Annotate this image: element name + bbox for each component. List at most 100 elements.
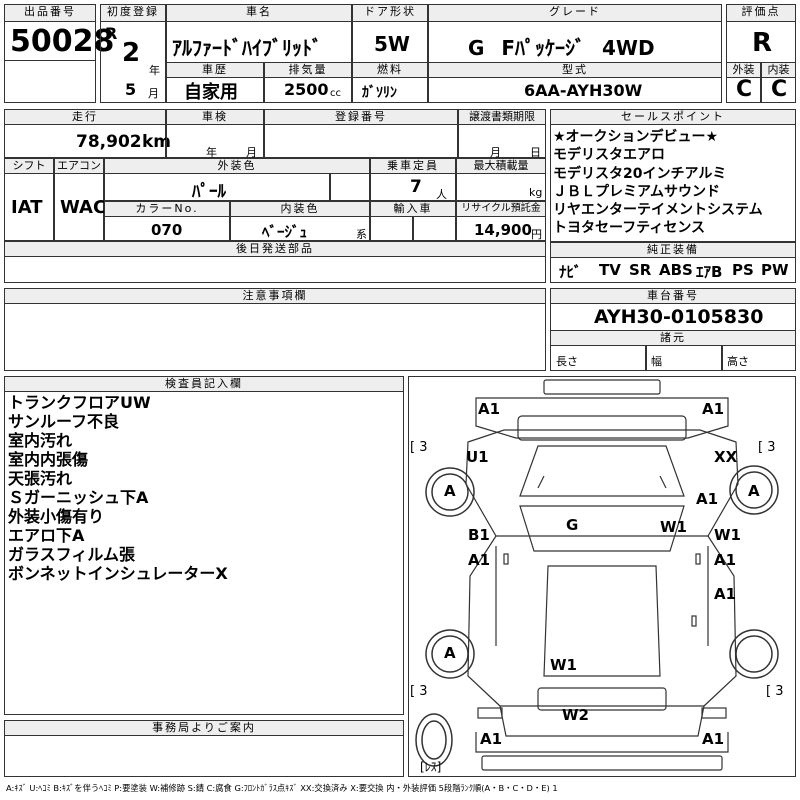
- inspector-line: 室内汚れ: [8, 431, 73, 450]
- int-color-value: ﾍﾞｰｼﾞｭ: [262, 223, 308, 241]
- color-sub-box: [330, 173, 370, 201]
- equip-airbag: ｴｱB: [696, 263, 723, 281]
- history-label: 車歴: [166, 62, 264, 78]
- inspector-line: 室内内張傷: [8, 450, 89, 469]
- office-box: [4, 735, 404, 777]
- car-diagram: [415, 379, 779, 771]
- dims-label: 諸元: [550, 330, 796, 346]
- equip-ps: PS: [732, 261, 754, 279]
- spare-tire-label: [ﾚｽ]: [420, 760, 442, 774]
- reg-month: 5: [125, 80, 137, 99]
- mark-a1-right-door: A1: [714, 551, 737, 569]
- reg-no-box: [264, 124, 458, 158]
- sales-list: ★オークションデビュー★ モデリスタエアロ モデリスタ20インチアルミ ＪＢＬプ…: [553, 128, 763, 238]
- recycle-label: リサイクル預託金: [456, 201, 546, 217]
- import-box-a: [370, 216, 413, 241]
- bracket-top-right: [ 3: [758, 440, 776, 455]
- history-value: 自家用: [184, 82, 238, 103]
- load-label: 最大積載量: [456, 158, 546, 174]
- import-box-b: [413, 216, 456, 241]
- mark-a1-top-right: A1: [702, 400, 725, 418]
- inspector-label: 検査員記入欄: [4, 376, 404, 392]
- chassis-label: 車台番号: [550, 288, 796, 304]
- lot-label: 出品番号: [4, 4, 96, 22]
- notes-label: 注意事項欄: [4, 288, 546, 304]
- car-name: ｱﾙﾌｧｰﾄﾞﾊｲﾌﾞﾘｯﾄﾞ: [172, 36, 322, 60]
- bracket-bottom-right: [ 3: [766, 684, 784, 699]
- transfer-label: 譲渡書類期限: [458, 109, 546, 125]
- color-no-label: カラーNo.: [104, 201, 230, 217]
- sales-item: トヨタセーフティセンス: [553, 220, 706, 237]
- score-label: 評価点: [726, 4, 796, 22]
- car-name-label: 車名: [166, 4, 352, 22]
- notes-box: [4, 303, 546, 371]
- inspection-label: 車検: [166, 109, 264, 125]
- equip-navi: ﾅﾋﾞ: [559, 263, 582, 281]
- recycle-value: 14,900: [474, 221, 532, 239]
- color-no-value: 070: [151, 221, 183, 239]
- mark-a1-front-right: A1: [696, 490, 719, 508]
- mark-tire-rear-left: A: [444, 644, 456, 662]
- mark-w1-rear: W1: [550, 656, 577, 674]
- office-label: 事務局よりご案内: [4, 720, 404, 736]
- int-color-label: 内装色: [230, 201, 370, 217]
- inspector-line: トランクフロアUW: [8, 393, 151, 412]
- later-parts-label: 後日発送部品: [4, 241, 546, 257]
- inspector-line: 天張汚れ: [8, 469, 73, 488]
- mark-w1-right: W1: [714, 526, 741, 544]
- grade-label: グレード: [428, 4, 722, 22]
- equip-abs: ABS: [659, 261, 693, 279]
- color-value: ﾊﾟｰﾙ: [192, 182, 226, 202]
- int-color-unit: 系: [356, 228, 367, 241]
- mark-tire-front-left: A: [444, 482, 456, 500]
- mark-a1-right-quarter: A1: [714, 585, 737, 603]
- fuel-label: 燃料: [352, 62, 428, 78]
- mark-u1: U1: [466, 448, 489, 466]
- chassis-number: AYH30-0105830: [594, 306, 764, 328]
- capacity-value: 7: [410, 177, 422, 197]
- inspector-line: エアロ下A: [8, 526, 85, 545]
- displacement-value: 2500: [284, 80, 329, 99]
- sales-item: モデリスタ20インチアルミ: [553, 165, 727, 182]
- mark-w2: W2: [562, 706, 589, 724]
- bracket-top-left: [ 3: [410, 440, 428, 455]
- inspector-line: ボンネットインシュレーターX: [8, 564, 228, 583]
- mark-a1-bottom-left: A1: [480, 730, 503, 748]
- mileage-label: 走行: [4, 109, 166, 125]
- reg-no-label: 登録番号: [264, 109, 458, 125]
- shift-label: シフト: [4, 158, 54, 174]
- lot-blank: [4, 60, 96, 103]
- mark-b1: B1: [468, 526, 490, 544]
- shift-value: IAT: [11, 197, 43, 218]
- mark-a1-bottom-right: A1: [702, 730, 725, 748]
- model-value: 6AA-AYH30W: [524, 81, 643, 100]
- score-value: R: [752, 28, 773, 58]
- model-label: 型式: [428, 62, 722, 78]
- inspector-line: 外装小傷有り: [8, 507, 105, 526]
- sales-item: モデリスタエアロ: [553, 147, 665, 164]
- width-label: 幅: [651, 355, 662, 368]
- month-unit: 月: [148, 87, 159, 100]
- equip-tv: TV: [599, 261, 621, 279]
- length-label: 長さ: [556, 355, 578, 368]
- capacity-unit: 人: [436, 188, 447, 201]
- later-parts-box: [4, 256, 546, 283]
- mileage-value: 78,902: [76, 132, 142, 152]
- inspector-line: サンルーフ不良: [8, 412, 120, 431]
- ac-value: WAC: [60, 197, 107, 218]
- exterior-value: C: [736, 77, 753, 102]
- sales-item: ★オークションデビュー★: [553, 129, 719, 145]
- first-reg-label: 初度登録: [100, 4, 166, 22]
- equip-pw: PW: [761, 261, 789, 279]
- bracket-bottom-left: [ 3: [410, 684, 428, 699]
- fuel-value: ｶﾞｿﾘﾝ: [362, 85, 397, 101]
- mark-tire-front-right: A: [748, 482, 760, 500]
- era: R: [105, 24, 118, 43]
- inspector-line: Ｓガーニッシュ下A: [8, 488, 149, 507]
- interior-value: C: [771, 77, 788, 102]
- capacity-label: 乗車定員: [370, 158, 456, 174]
- mark-w1-right-front: W1: [660, 518, 687, 536]
- sales-item: ＪＢＬプレミアムサウンド: [553, 183, 721, 200]
- interior-label: 内装: [761, 62, 796, 78]
- grade-value: G Fﾊﾟｯｹｰｼﾞ 4WD: [468, 36, 655, 60]
